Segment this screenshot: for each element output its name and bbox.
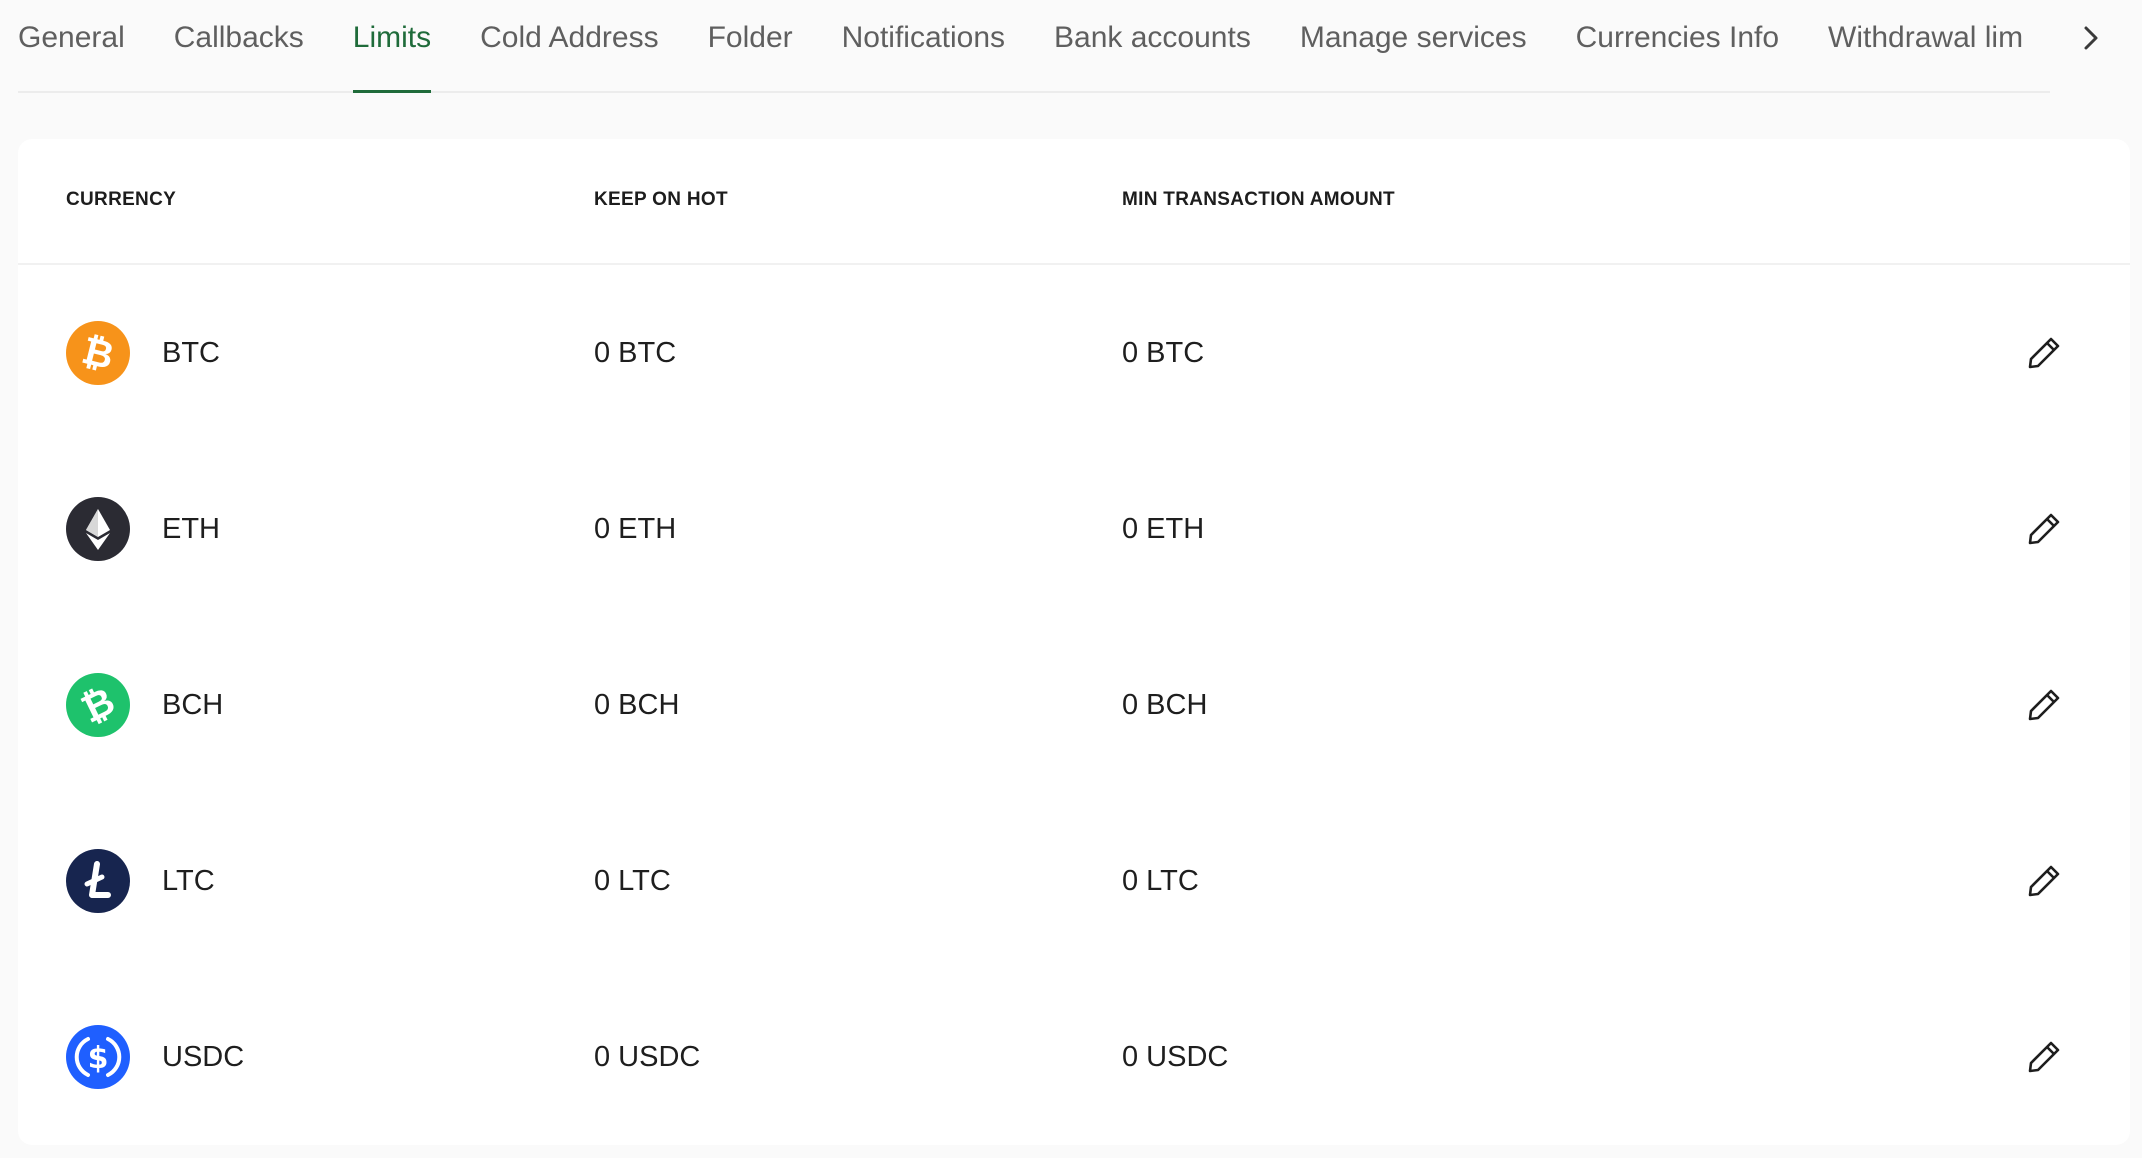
table-row-eth: ETH 0 ETH 0 ETH — [18, 441, 2130, 617]
chevron-right-icon — [2084, 26, 2098, 50]
pencil-icon — [2028, 513, 2060, 545]
table-row-usdc: $ USDC 0 USDC 0 USDC — [18, 969, 2130, 1145]
tab-limits[interactable]: Limits — [352, 0, 432, 93]
pencil-icon — [2028, 689, 2060, 721]
tabs-scroll-right-button[interactable] — [2074, 20, 2108, 56]
table-header: CURRENCY KEEP ON HOT MIN TRANSACTION AMO… — [18, 139, 2130, 265]
pencil-icon — [2028, 1041, 2060, 1073]
min-amount-value: 0 ETH — [1122, 513, 1205, 545]
edit-btc-button[interactable] — [2024, 333, 2064, 373]
tab-manage-services[interactable]: Manage services — [1300, 0, 1527, 91]
min-amount-value: 0 BTC — [1122, 337, 1205, 369]
keep-on-hot-value: 0 BTC — [594, 337, 677, 369]
tab-currencies-info[interactable]: Currencies Info — [1576, 0, 1779, 91]
bitcoin-cash-icon: ₿ — [66, 673, 130, 737]
min-amount-value: 0 LTC — [1122, 865, 1199, 897]
tab-callbacks[interactable]: Callbacks — [174, 0, 304, 91]
tab-folder[interactable]: Folder — [708, 0, 793, 91]
min-amount-value: 0 USDC — [1122, 1041, 1229, 1073]
table-row-btc: ₿ BTC 0 BTC 0 BTC — [18, 265, 2130, 441]
currency-code: BTC — [162, 337, 220, 369]
tab-withdrawal-limits[interactable]: Withdrawal lim — [1828, 0, 2028, 91]
tab-bank-accounts[interactable]: Bank accounts — [1054, 0, 1251, 91]
settings-tabs: General Callbacks Limits Cold Address Fo… — [18, 0, 2050, 93]
svg-text:$: $ — [88, 1041, 109, 1076]
edit-ltc-button[interactable] — [2024, 861, 2064, 901]
bitcoin-icon: ₿ — [66, 321, 130, 385]
edit-eth-button[interactable] — [2024, 509, 2064, 549]
header-currency: CURRENCY — [66, 189, 177, 210]
limits-table-card: CURRENCY KEEP ON HOT MIN TRANSACTION AMO… — [18, 139, 2130, 1145]
ethereum-icon — [66, 497, 130, 561]
currency-code: BCH — [162, 689, 224, 721]
edit-bch-button[interactable] — [2024, 685, 2064, 725]
table-row-bch: ₿ BCH 0 BCH 0 BCH — [18, 617, 2130, 793]
table-row-ltc: LTC 0 LTC 0 LTC — [18, 793, 2130, 969]
edit-usdc-button[interactable] — [2024, 1037, 2064, 1077]
currency-code: ETH — [162, 513, 220, 545]
min-amount-value: 0 BCH — [1122, 689, 1208, 721]
keep-on-hot-value: 0 LTC — [594, 865, 671, 897]
pencil-icon — [2028, 337, 2060, 369]
usdc-icon: $ — [66, 1025, 130, 1089]
tab-general[interactable]: General — [18, 0, 125, 91]
keep-on-hot-value: 0 USDC — [594, 1041, 701, 1073]
tab-notifications[interactable]: Notifications — [842, 0, 1005, 91]
pencil-icon — [2028, 865, 2060, 897]
keep-on-hot-value: 0 BCH — [594, 689, 680, 721]
litecoin-icon — [66, 849, 130, 913]
currency-code: LTC — [162, 865, 215, 897]
header-keep-on-hot: KEEP ON HOT — [594, 189, 728, 210]
currency-code: USDC — [162, 1041, 245, 1073]
tab-cold-address[interactable]: Cold Address — [480, 0, 658, 91]
header-min-transaction-amount: MIN TRANSACTION AMOUNT — [1122, 189, 1395, 210]
keep-on-hot-value: 0 ETH — [594, 513, 677, 545]
